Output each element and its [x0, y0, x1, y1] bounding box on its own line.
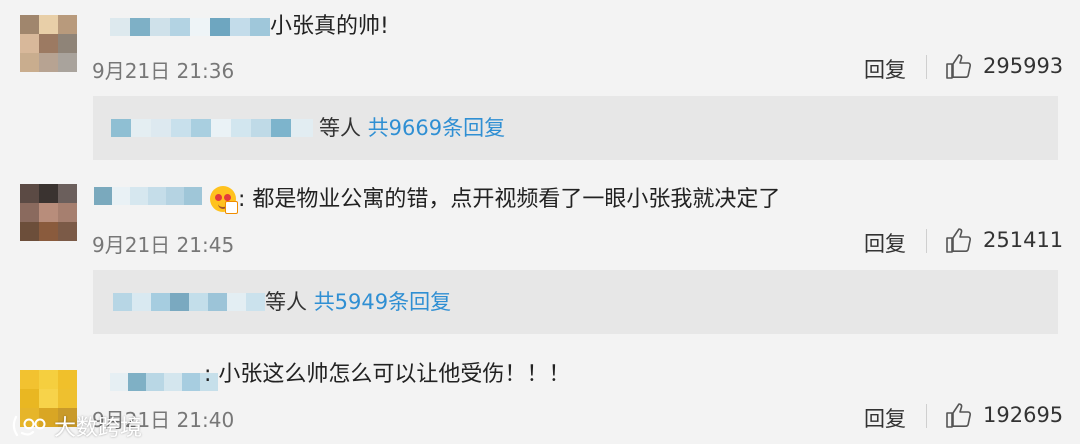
username-blurred[interactable] [110, 18, 270, 36]
view-replies-link[interactable]: 共5949条回复 [314, 290, 451, 314]
comment-time: 9月21日 21:45 [92, 233, 235, 257]
comment-text: 小张真的帅! [270, 14, 389, 39]
reply-users-suffix: 等人 [265, 290, 307, 314]
action-divider [926, 404, 927, 428]
comment-time: 9月21日 21:36 [92, 59, 235, 83]
reply-button[interactable]: 回复 [864, 403, 906, 433]
comment-list: 小张真的帅! 9月21日 21:36 回复 295993 等人 共9669条回复 [0, 0, 1080, 444]
like-count: 192695 [983, 403, 1064, 427]
brand-logo-icon [12, 415, 46, 437]
thumbs-up-icon[interactable] [945, 226, 973, 254]
action-divider [926, 229, 927, 253]
reply-button[interactable]: 回复 [864, 228, 906, 258]
username-blurred[interactable] [94, 187, 202, 205]
watermark-text: 大数跨境 [54, 416, 143, 441]
heart-eyes-emoji-icon [210, 186, 238, 214]
like-count: 251411 [983, 228, 1064, 252]
comment-item: : 都是物业公寓的错，点开视频看了一眼小张我就决定了 9月21日 21:45 回… [0, 170, 1080, 340]
comment-text: : 都是物业公寓的错，点开视频看了一眼小张我就决定了 [238, 187, 781, 212]
like-count: 295993 [983, 54, 1064, 78]
avatar[interactable] [20, 15, 77, 72]
reply-users-suffix: 等人 [319, 116, 361, 140]
thumbs-up-icon[interactable] [945, 52, 973, 80]
action-divider [926, 55, 927, 79]
comment-item: 小张真的帅! 9月21日 21:36 回复 295993 等人 共9669条回复 [0, 0, 1080, 170]
reply-users-blurred [111, 119, 313, 137]
avatar[interactable] [20, 184, 77, 241]
comment-item: : 小张这么帅怎么可以让他受伤！！！ 9月21日 21:40 回复 192695 [0, 340, 1080, 444]
reply-button[interactable]: 回复 [864, 54, 906, 84]
username-blurred[interactable] [110, 373, 218, 391]
comment-text: : 小张这么帅怎么可以让他受伤！！！ [204, 362, 571, 387]
view-replies-link[interactable]: 共9669条回复 [368, 116, 505, 140]
reply-summary[interactable]: 等人 共9669条回复 [93, 96, 1058, 160]
reply-users-blurred [113, 293, 265, 311]
watermark: 大数跨境 [12, 410, 142, 442]
thumbs-up-icon[interactable] [945, 401, 973, 429]
reply-summary[interactable]: 等人 共5949条回复 [93, 270, 1058, 334]
